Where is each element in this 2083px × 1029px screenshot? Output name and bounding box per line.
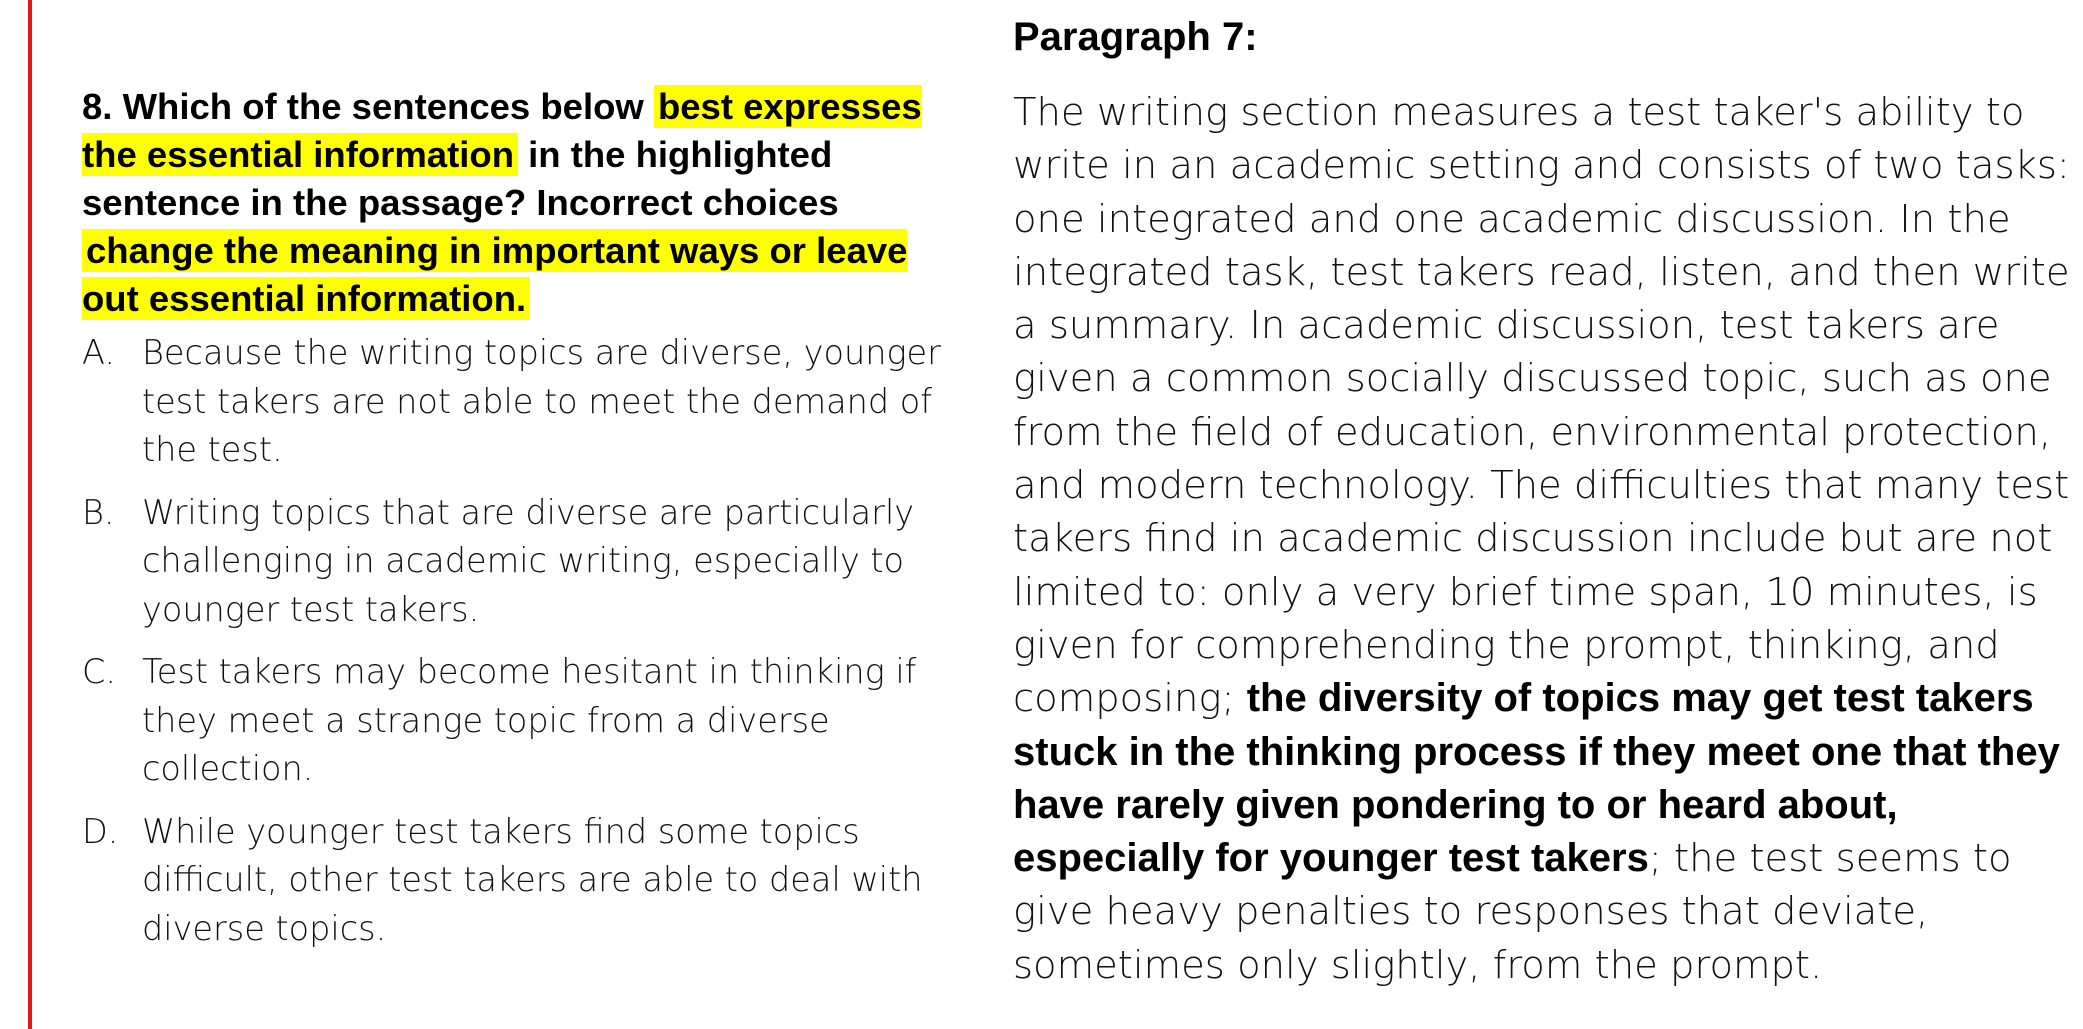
left-red-rule — [28, 0, 32, 1029]
option-text: Writing topics that are diverse are part… — [142, 492, 915, 629]
option-text: Because the writing topics are diverse, … — [142, 333, 941, 469]
question-text-start: 8. Which of the sentences below — [82, 86, 654, 127]
passage-block: Paragraph 7: The writing section measure… — [1013, 8, 2073, 992]
option-b[interactable]: B. Writing topics that are diverse are pa… — [82, 489, 962, 635]
question-highlight-2: change the meaning in important ways or … — [82, 229, 908, 320]
passage-text-before: The writing section measures a test take… — [1013, 90, 2070, 722]
option-letter: B. — [82, 492, 115, 532]
option-letter: A. — [82, 333, 115, 372]
question-stem: 8. Which of the sentences below best exp… — [82, 83, 962, 323]
option-text: Test takers may become hesitant in think… — [142, 652, 917, 788]
passage-title: Paragraph 7: — [1013, 15, 1258, 59]
passage-body: The writing section measures a test take… — [1013, 86, 2073, 992]
option-letter: C. — [82, 652, 117, 691]
answer-options: A. Because the writing topics are diverse… — [82, 329, 962, 953]
option-a[interactable]: A. Because the writing topics are diverse… — [82, 329, 962, 475]
option-c[interactable]: C. Test takers may become hesitant in thi… — [82, 648, 962, 794]
option-d[interactable]: D. While younger test takers find some to… — [82, 808, 962, 954]
question-block: 8. Which of the sentences below best exp… — [82, 83, 962, 967]
option-letter: D. — [82, 811, 119, 851]
option-text: While younger test takers find some topi… — [142, 811, 923, 948]
